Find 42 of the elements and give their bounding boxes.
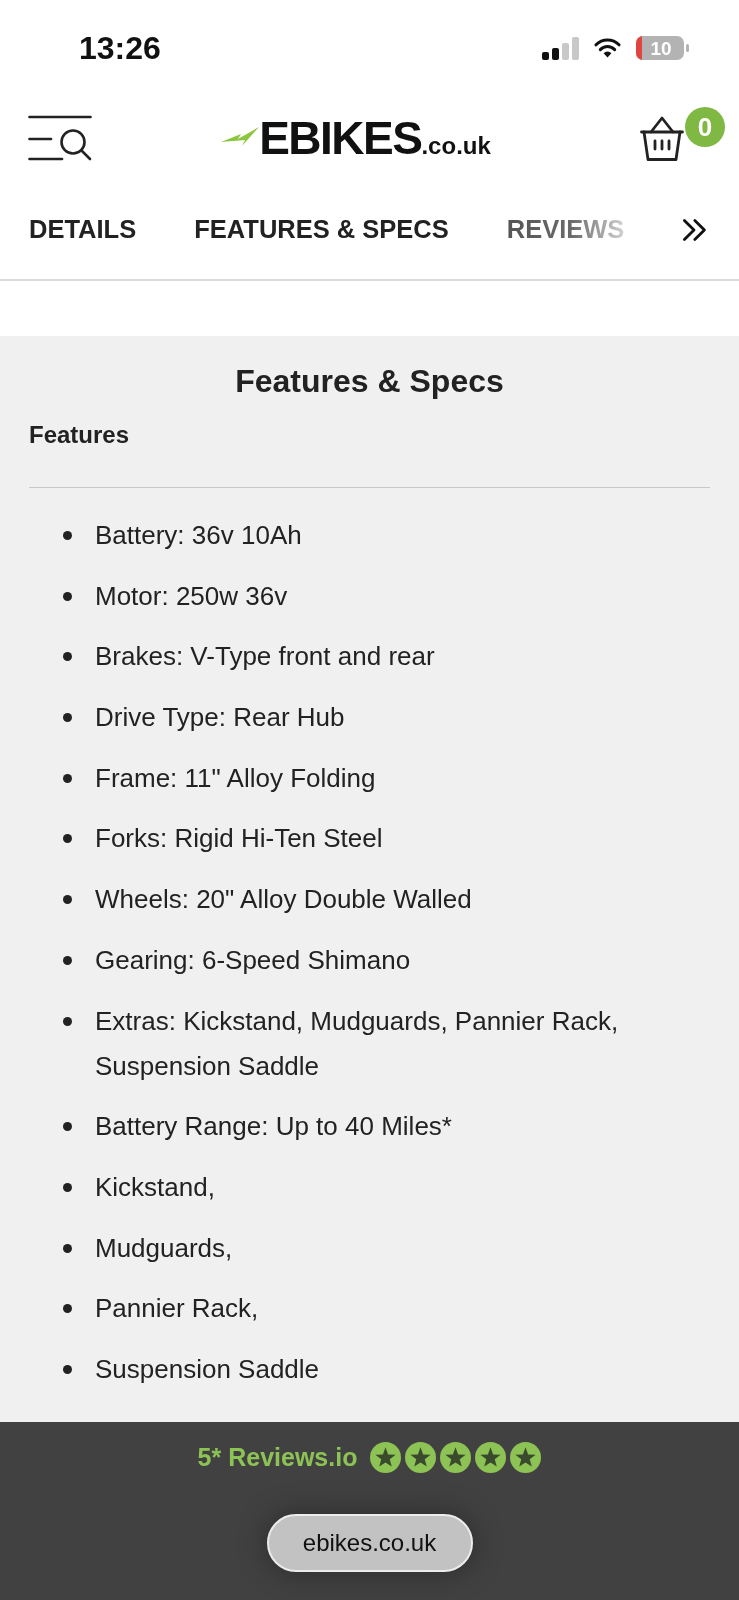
bullet-icon <box>62 531 72 540</box>
list-item: Frame: 11" Alloy Folding <box>95 761 376 795</box>
bullet-icon <box>62 773 72 783</box>
bullet-icon <box>62 1243 72 1253</box>
cart-count-badge: 0 <box>685 107 725 147</box>
list-item: Mudguards, <box>95 1231 233 1265</box>
bullet-icon <box>62 1016 72 1026</box>
list-item: Drive Type: Rear Hub <box>95 701 345 735</box>
list-item: Extras: Kickstand, Mudguards, Pannier Rack, Suspension Saddle <box>95 1004 620 1083</box>
list-item: Brakes: V-Type front and rear <box>95 640 435 674</box>
bullet-icon <box>62 713 72 723</box>
bullet-icon <box>62 1122 72 1132</box>
list-item: Battery: 36v 10Ah <box>95 519 302 552</box>
tab[interactable]: DETAILS <box>29 214 137 245</box>
tab[interactable]: FEATURES & SPECS <box>194 214 449 245</box>
list-item: Wheels: 20" Alloy Double Walled <box>95 883 472 917</box>
list-item: Battery Range: Up to 40 Miles* <box>95 1110 452 1144</box>
list-item: Gearing: 6-Speed Shimano <box>95 943 411 977</box>
section-title: Features & Specs <box>234 362 505 401</box>
list-item: Forks: Rigid Hi-Ten Steel <box>95 822 383 856</box>
bullet-icon <box>62 895 72 905</box>
list-item: Pannier Rack, <box>95 1292 259 1326</box>
logo-wordmark[interactable]: EBIKES.co.uk <box>259 115 491 161</box>
status-time: 13:26 <box>79 32 161 64</box>
menu-search-icon[interactable] <box>28 115 92 161</box>
address-bar[interactable]: ebikes.co.uk <box>266 1514 473 1573</box>
list-item: Kickstand, <box>95 1170 215 1204</box>
subsection-title: Features <box>29 420 130 450</box>
bullet-icon <box>62 1182 72 1192</box>
bullet-icon <box>62 955 72 965</box>
bullet-icon <box>62 834 72 844</box>
battery-indicator: 10 <box>636 36 689 60</box>
bullet-icon <box>62 652 72 662</box>
basket-icon[interactable] <box>640 115 684 161</box>
bullet-icon <box>62 1304 72 1314</box>
list-item: Suspension Saddle <box>95 1352 320 1386</box>
rating-label: 5* Reviews.io <box>197 1441 358 1473</box>
bullet-icon <box>62 1364 72 1374</box>
list-item: Motor: 250w 36v <box>95 579 288 613</box>
signal-icon <box>542 36 579 60</box>
wifi-icon <box>594 38 621 58</box>
bullet-icon <box>62 591 72 601</box>
